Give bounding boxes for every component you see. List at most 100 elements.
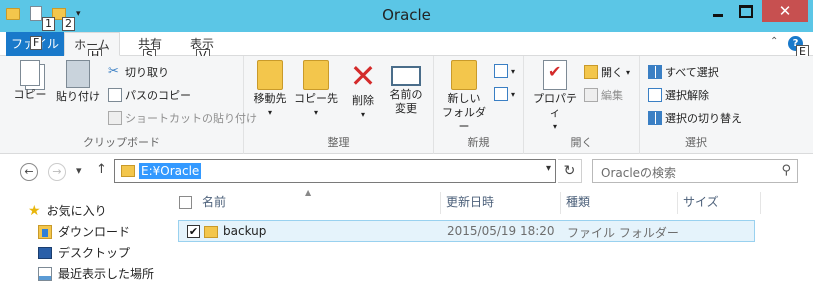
delete-dropdown-icon: ▾ [360, 110, 365, 119]
invert-selection-button[interactable]: 選択の切り替え [648, 110, 742, 126]
up-button[interactable]: ↑ [96, 162, 107, 177]
copy-to-dropdown-icon: ▾ [313, 108, 318, 117]
rename-button[interactable]: 名前の 変更 [384, 60, 428, 116]
delete-label: 削除 [352, 94, 374, 107]
recent-locations-icon[interactable]: ▾ [76, 164, 82, 177]
open-icon [584, 65, 598, 79]
minimize-button[interactable] [704, 0, 732, 22]
column-divider[interactable] [560, 192, 561, 214]
table-row[interactable]: ✔ backup 2015/05/19 18:20 ファイル フォルダー [178, 220, 755, 242]
properties-button[interactable]: プロパティ ▾ [528, 60, 582, 134]
properties-dropdown-icon: ▾ [552, 122, 557, 131]
column-name[interactable]: 名前 [202, 192, 226, 216]
copy-label: コピー [13, 88, 47, 101]
delete-icon: ✕ [349, 57, 377, 95]
easy-access-icon [494, 87, 508, 101]
column-divider[interactable] [677, 192, 678, 214]
row-checkbox[interactable]: ✔ [187, 225, 200, 238]
copy-path-button[interactable]: パスのコピー [108, 87, 191, 103]
open-group: プロパティ ▾ 開く ▾ 編集 開く [524, 56, 640, 154]
address-bar[interactable]: E:¥Oracle ▾ [114, 159, 556, 183]
keytip-file: F [30, 36, 43, 50]
edit-label: 編集 [601, 89, 623, 102]
new-item-dropdown-icon: ▾ [511, 66, 516, 76]
organize-group: 移動先 ▾ コピー先 ▾ ✕ 削除 ▾ 名前の 変更 整理 [244, 56, 434, 154]
file-name: backup [223, 224, 267, 238]
copy-path-icon [108, 88, 122, 102]
open-group-label: 開く [570, 136, 593, 149]
nav-recent[interactable]: 最近表示した場所 [38, 265, 154, 282]
copy-path-label: パスのコピー [125, 89, 191, 102]
column-size[interactable]: サイズ [683, 192, 719, 216]
open-button[interactable]: 開く ▾ [584, 64, 630, 80]
delete-button[interactable]: ✕ 削除 ▾ [346, 60, 380, 122]
forward-button[interactable]: → [48, 163, 66, 181]
clipboard-group: コピー 貼り付け ✂ 切り取り パスのコピー ショートカットの貼り付け クリップ… [0, 56, 257, 154]
nav-favorites[interactable]: ★ お気に入り [28, 202, 107, 219]
select-none-icon [648, 88, 662, 102]
nav-desktop[interactable]: デスクトップ [38, 244, 130, 261]
search-input[interactable]: Oracleの検索 ⚲ [592, 159, 798, 183]
column-divider[interactable] [440, 192, 441, 214]
window-title: Oracle [382, 6, 431, 24]
column-modified[interactable]: 更新日時 [446, 192, 494, 216]
search-placeholder: Oracleの検索 [601, 166, 677, 180]
select-all-label: すべて選択 [665, 66, 719, 79]
paste-icon [66, 60, 90, 88]
desktop-icon [38, 246, 52, 259]
invert-selection-icon [648, 111, 662, 125]
back-button[interactable]: ← [20, 163, 38, 181]
copy-icon [20, 60, 40, 86]
file-type: ファイル フォルダー [567, 226, 679, 240]
close-button[interactable]: ✕ [762, 0, 808, 22]
select-all-button[interactable]: すべて選択 [648, 64, 719, 80]
column-divider[interactable] [760, 192, 761, 214]
nav-downloads-label: ダウンロード [58, 225, 131, 239]
scissors-icon: ✂ [108, 64, 119, 79]
select-none-button[interactable]: 選択解除 [648, 87, 709, 103]
edit-button[interactable]: 編集 [584, 87, 623, 103]
open-label: 開く [601, 66, 623, 79]
rename-label-2: 変更 [395, 102, 417, 115]
address-path[interactable]: E:¥Oracle [139, 163, 202, 179]
star-icon: ★ [28, 202, 41, 219]
select-all-checkbox[interactable] [179, 196, 192, 209]
cut-button[interactable]: ✂ 切り取り [108, 64, 169, 80]
move-to-dropdown-icon: ▾ [267, 108, 272, 117]
nav-favorites-label: お気に入り [46, 204, 107, 218]
sort-up-icon: ▲ [305, 188, 312, 197]
move-to-button[interactable]: 移動先 ▾ [250, 60, 290, 120]
edit-icon [584, 88, 598, 102]
paste-label: 貼り付け [56, 90, 100, 103]
search-icon: ⚲ [781, 163, 791, 178]
paste-button[interactable]: 貼り付け [54, 60, 102, 104]
refresh-button[interactable]: ↻ [558, 159, 582, 183]
new-folder-label-2: フォルダー [442, 106, 486, 133]
select-none-label: 選択解除 [665, 89, 709, 102]
select-all-icon [648, 65, 662, 79]
column-type[interactable]: 種類 [566, 192, 590, 216]
copy-to-button[interactable]: コピー先 ▾ [294, 60, 338, 120]
nav-desktop-label: デスクトップ [58, 246, 131, 260]
easy-access-button[interactable]: ▾ [494, 87, 515, 101]
chevron-down-icon[interactable]: ▾ [546, 163, 551, 174]
new-folder-button[interactable]: 新しい フォルダー [440, 60, 488, 134]
select-group: すべて選択 選択解除 選択の切り替え 選択 [640, 56, 752, 154]
clipboard-group-label: クリップボード [83, 136, 160, 149]
new-item-button[interactable]: ▾ [494, 64, 515, 78]
move-to-label: 移動先 [253, 92, 287, 105]
organize-group-label: 整理 [327, 136, 350, 149]
copy-button[interactable]: コピー [8, 60, 52, 102]
new-folder-label-1: 新しい [447, 92, 481, 105]
nav-downloads[interactable]: ダウンロード [38, 223, 130, 240]
expand-ribbon-icon[interactable]: ⌃ [770, 36, 778, 47]
properties-label: プロパティ [533, 92, 577, 119]
maximize-button[interactable] [732, 0, 760, 22]
file-modified: 2015/05/19 18:20 [447, 224, 555, 238]
paste-shortcut-button[interactable]: ショートカットの貼り付け [108, 110, 257, 126]
paste-shortcut-label: ショートカットの貼り付け [125, 112, 257, 125]
nav-recent-label: 最近表示した場所 [58, 267, 155, 281]
rename-icon [391, 66, 421, 86]
new-folder-big-icon [451, 60, 477, 90]
ribbon-tab-bar: ファイル ホーム 共有 表示 ⌃ ? [0, 32, 813, 56]
